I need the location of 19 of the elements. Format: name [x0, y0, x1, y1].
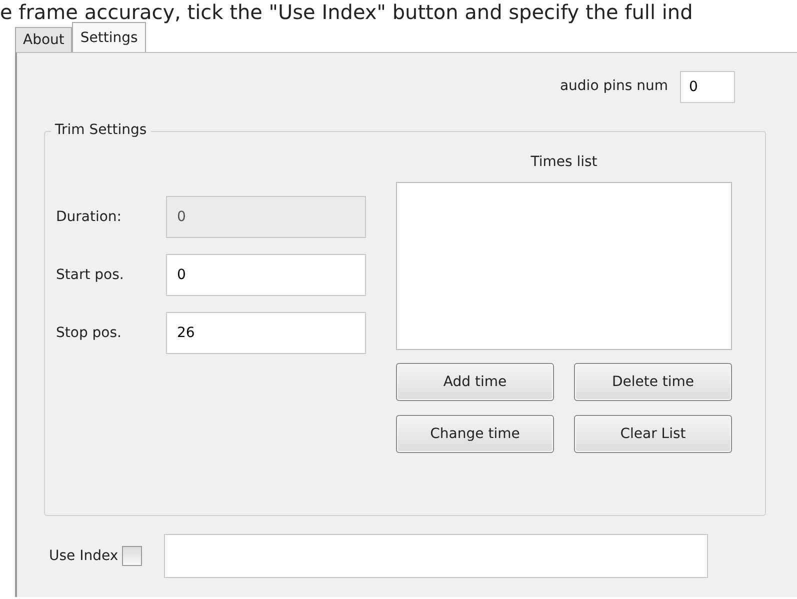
tab[interactable]: About: [15, 27, 72, 52]
action-button[interactable]: Clear List: [574, 415, 732, 453]
times-list[interactable]: [396, 182, 732, 350]
input-field[interactable]: 0: [166, 254, 366, 296]
field-label: Start pos.: [56, 266, 125, 284]
field-label: Stop pos.: [56, 324, 122, 342]
input-field[interactable]: 0: [680, 70, 735, 102]
input-field[interactable]: 26: [166, 312, 366, 354]
tab[interactable]: Settings: [72, 22, 146, 52]
action-button[interactable]: Delete time: [574, 363, 732, 401]
checkbox[interactable]: [122, 546, 142, 566]
checkbox-label: Use Index: [49, 546, 118, 566]
list-label: Times list: [530, 153, 598, 172]
action-button[interactable]: Change time: [396, 415, 554, 453]
field-label: Duration:: [56, 208, 123, 226]
instruction-text: e frame accuracy, tick the "Use Index" button and specify the full ind: [0, 0, 693, 24]
field-label: audio pins num: [560, 77, 668, 96]
action-button[interactable]: Add time: [396, 363, 554, 401]
input-field[interactable]: [164, 534, 708, 578]
